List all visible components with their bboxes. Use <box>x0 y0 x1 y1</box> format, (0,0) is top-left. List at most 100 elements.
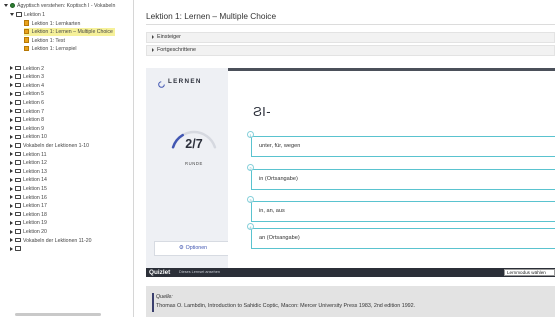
tree-item-lektion[interactable]: Lektion 12 <box>10 159 47 167</box>
answer-option[interactable]: 1 unter, für, wegen <box>247 131 555 157</box>
expand-toggle-icon[interactable] <box>10 66 13 71</box>
tree-item-lektion[interactable]: Vokabeln der Lektionen 11-20 <box>10 237 92 245</box>
tree-item-test[interactable]: Lektion 1: Test <box>24 37 65 45</box>
expand-toggle-icon[interactable] <box>10 74 13 79</box>
tree-item-lektion[interactable]: Lektion 17 <box>10 202 47 210</box>
folder-icon <box>15 143 21 148</box>
section-fortgeschrittene[interactable]: Fortgeschrittene <box>146 45 555 56</box>
tree-item-lektion[interactable]: Lektion 10 <box>10 133 47 141</box>
tree-item-label: Lektion 7 <box>23 108 45 115</box>
expand-toggle-icon[interactable] <box>10 195 13 200</box>
answer-option[interactable]: 3 in, an, aus <box>247 196 555 222</box>
tree-item-lektion[interactable]: Lektion 19 <box>10 219 47 227</box>
folder-icon <box>15 125 21 131</box>
tree-item-label: Lektion 6 <box>23 100 45 106</box>
expand-toggle-icon[interactable] <box>10 126 13 131</box>
tree-item-lektion[interactable]: Lektion 2 <box>10 65 44 73</box>
expand-toggle-icon[interactable] <box>10 169 13 174</box>
folder-icon <box>15 220 21 225</box>
folder-icon <box>15 211 21 217</box>
tree-item-label: Lektion 10 <box>23 134 47 141</box>
answer-text: in, an, aus <box>259 208 285 214</box>
folder-icon <box>15 74 21 79</box>
expand-toggle-icon[interactable] <box>10 135 13 140</box>
options-label: Optionen <box>185 245 208 251</box>
tree-item-lektion[interactable]: Lektion 15 <box>10 185 47 193</box>
course-icon <box>10 3 15 9</box>
expand-toggle-icon[interactable] <box>10 238 13 243</box>
tree-item-lektion[interactable]: Lektion 14 <box>10 176 47 184</box>
expand-toggle-icon[interactable] <box>10 160 13 165</box>
tree-item-label: Lektion 16 <box>23 194 47 201</box>
folder-icon <box>15 117 21 122</box>
tree-item-lernspiel[interactable]: Lektion 1: Lernspiel <box>24 45 77 53</box>
folder-icon <box>15 134 21 139</box>
answer-option[interactable]: 4 an (Ortsangabe) <box>247 223 555 249</box>
answer-number: 4 <box>247 223 254 230</box>
options-button[interactable]: ⚙ Optionen <box>154 241 232 256</box>
expand-toggle-icon[interactable] <box>10 100 13 105</box>
tree-item-label: Lektion 1: Lernspiel <box>31 46 77 52</box>
folder-icon <box>15 65 21 71</box>
tree-item-lektion[interactable]: Lektion 13 <box>10 168 47 176</box>
tree-root[interactable]: Ägyptisch verstehen: Koptisch I - Vokabe… <box>4 2 115 10</box>
tree-item-label: Lektion 15 <box>23 186 47 192</box>
tree-item-label: Vokabeln der Lektionen 1-10 <box>23 143 90 149</box>
tree-item-lernkarten[interactable]: Lektion 1: Lernkarten <box>24 20 80 28</box>
expand-toggle-icon[interactable] <box>10 186 13 191</box>
quizlet-logo[interactable]: Quizlet <box>149 268 170 277</box>
expand-toggle-icon[interactable] <box>10 203 13 208</box>
tree-item-lektion[interactable]: Lektion 7 <box>10 108 44 116</box>
tree-item-lektion[interactable]: Lektion 6 <box>10 99 44 107</box>
tree-item-vokabeln[interactable] <box>10 245 23 253</box>
folder-icon <box>15 100 21 105</box>
expand-toggle-icon[interactable] <box>10 152 13 157</box>
tree-item-lektion[interactable]: Lektion 9 <box>10 125 44 133</box>
answer-text: an (Ortsangabe) <box>259 235 300 241</box>
quizlet-footer: Quizlet Dieses Lernset ansehen Lernmodus… <box>146 268 555 277</box>
expand-toggle-icon[interactable] <box>10 212 13 217</box>
tree-item-lektion[interactable]: Lektion 3 <box>10 73 44 81</box>
learning-module-icon <box>24 37 29 43</box>
tree-item-lektion[interactable]: Lektion 16 <box>10 194 47 202</box>
horizontal-scrollbar[interactable] <box>15 313 101 316</box>
tree-item-lektion[interactable]: Lektion 20 <box>10 228 47 236</box>
tree-item-vokabeln[interactable]: Vokabeln der Lektionen 1-10 <box>10 142 89 150</box>
tree-item-multiple-choice[interactable]: Lektion 1: Lernen – Multiple Choice <box>24 28 115 36</box>
tree-item-lektion[interactable]: Lektion 18 <box>10 211 47 219</box>
question-term: ϨΙ- <box>253 104 272 119</box>
expand-toggle-icon[interactable] <box>10 229 13 234</box>
expand-toggle-icon[interactable] <box>10 178 13 183</box>
expand-toggle-icon[interactable] <box>10 143 13 148</box>
answer-number: 2 <box>247 164 254 171</box>
expand-toggle-icon[interactable] <box>10 221 13 226</box>
tree-item-lektion[interactable]: Lektion 5 <box>10 90 44 98</box>
answer-option[interactable]: 2 in (Ortsangabe) <box>247 164 555 190</box>
folder-icon <box>15 203 21 208</box>
section-einsteiger[interactable]: Einsteiger <box>146 32 555 43</box>
expand-toggle-icon[interactable] <box>10 246 13 251</box>
tree-item-label: Lektion 18 <box>23 211 47 218</box>
folder-icon <box>15 108 21 114</box>
tree-item-lektion[interactable]: Lektion 8 <box>10 116 44 124</box>
tree-item-lektion[interactable]: Lektion 11 <box>10 151 47 159</box>
tree-item-label: Lektion 1: Lernen – Multiple Choice <box>31 29 113 35</box>
tree-item-lektion[interactable]: Lektion 4 <box>10 82 44 90</box>
source-accent-bar <box>152 293 154 312</box>
expand-toggle-icon[interactable] <box>10 13 14 17</box>
expand-toggle-icon[interactable] <box>10 109 13 114</box>
folder-icon <box>15 151 21 157</box>
folder-icon <box>15 91 21 96</box>
expand-toggle-icon[interactable] <box>10 92 13 97</box>
folder-icon <box>15 229 21 234</box>
expand-toggle-icon[interactable] <box>4 4 8 8</box>
expand-toggle-icon[interactable] <box>10 83 13 88</box>
mode-select[interactable]: Lernmodus wählen <box>504 269 555 276</box>
expand-toggle-icon[interactable] <box>10 117 13 122</box>
tree-item-label: Lektion 4 <box>23 82 45 89</box>
view-set-link[interactable]: Dieses Lernset ansehen <box>179 268 220 277</box>
answer-number: 3 <box>247 196 254 203</box>
tree-item-lektion-1[interactable]: Lektion 1 <box>10 11 45 19</box>
folder-icon <box>15 194 21 200</box>
tree-item-label: Lektion 20 <box>23 229 47 235</box>
